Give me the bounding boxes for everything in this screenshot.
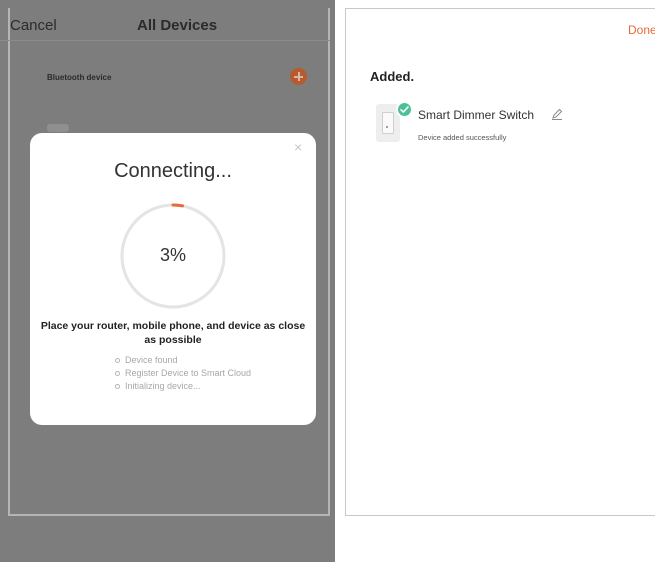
check-icon xyxy=(396,101,413,118)
edit-pencil-icon[interactable] xyxy=(551,108,563,120)
step-label: Initializing device... xyxy=(125,381,201,391)
device-status: Device added successfully xyxy=(418,133,507,142)
step-item: Register Device to Smart Cloud xyxy=(115,367,251,380)
placement-tip: Place your router, mobile phone, and dev… xyxy=(40,320,306,346)
step-dot-icon xyxy=(115,384,120,389)
connecting-dialog: × Connecting... 3% Place your router, mo… xyxy=(30,133,316,425)
progress-percentage: 3% xyxy=(159,245,186,265)
device-thumbnail xyxy=(47,124,69,132)
step-item: Initializing device... xyxy=(115,380,251,393)
left-phone-screen: Cancel All Devices Bluetooth device × Co… xyxy=(0,0,335,562)
dialog-title: Connecting... xyxy=(114,160,232,182)
step-label: Register Device to Smart Cloud xyxy=(125,368,252,378)
bluetooth-section-label: Bluetooth device xyxy=(47,73,112,82)
header-divider xyxy=(0,40,330,41)
connection-steps: Device found Register Device to Smart Cl… xyxy=(115,354,251,393)
added-heading: Added. xyxy=(370,69,415,84)
step-dot-icon xyxy=(115,358,120,363)
page-title: All Devices xyxy=(137,17,218,34)
done-button[interactable]: Done xyxy=(628,23,655,37)
right-phone-screen: Done Added. Smart Dimmer Switch Device a… xyxy=(345,8,655,516)
device-name: Smart Dimmer Switch xyxy=(418,108,535,122)
close-icon[interactable]: × xyxy=(294,140,302,154)
step-label: Device found xyxy=(125,355,178,365)
step-item: Device found xyxy=(115,354,251,367)
step-dot-icon xyxy=(115,371,120,376)
cancel-button[interactable]: Cancel xyxy=(10,17,57,34)
add-device-icon[interactable] xyxy=(290,68,307,85)
